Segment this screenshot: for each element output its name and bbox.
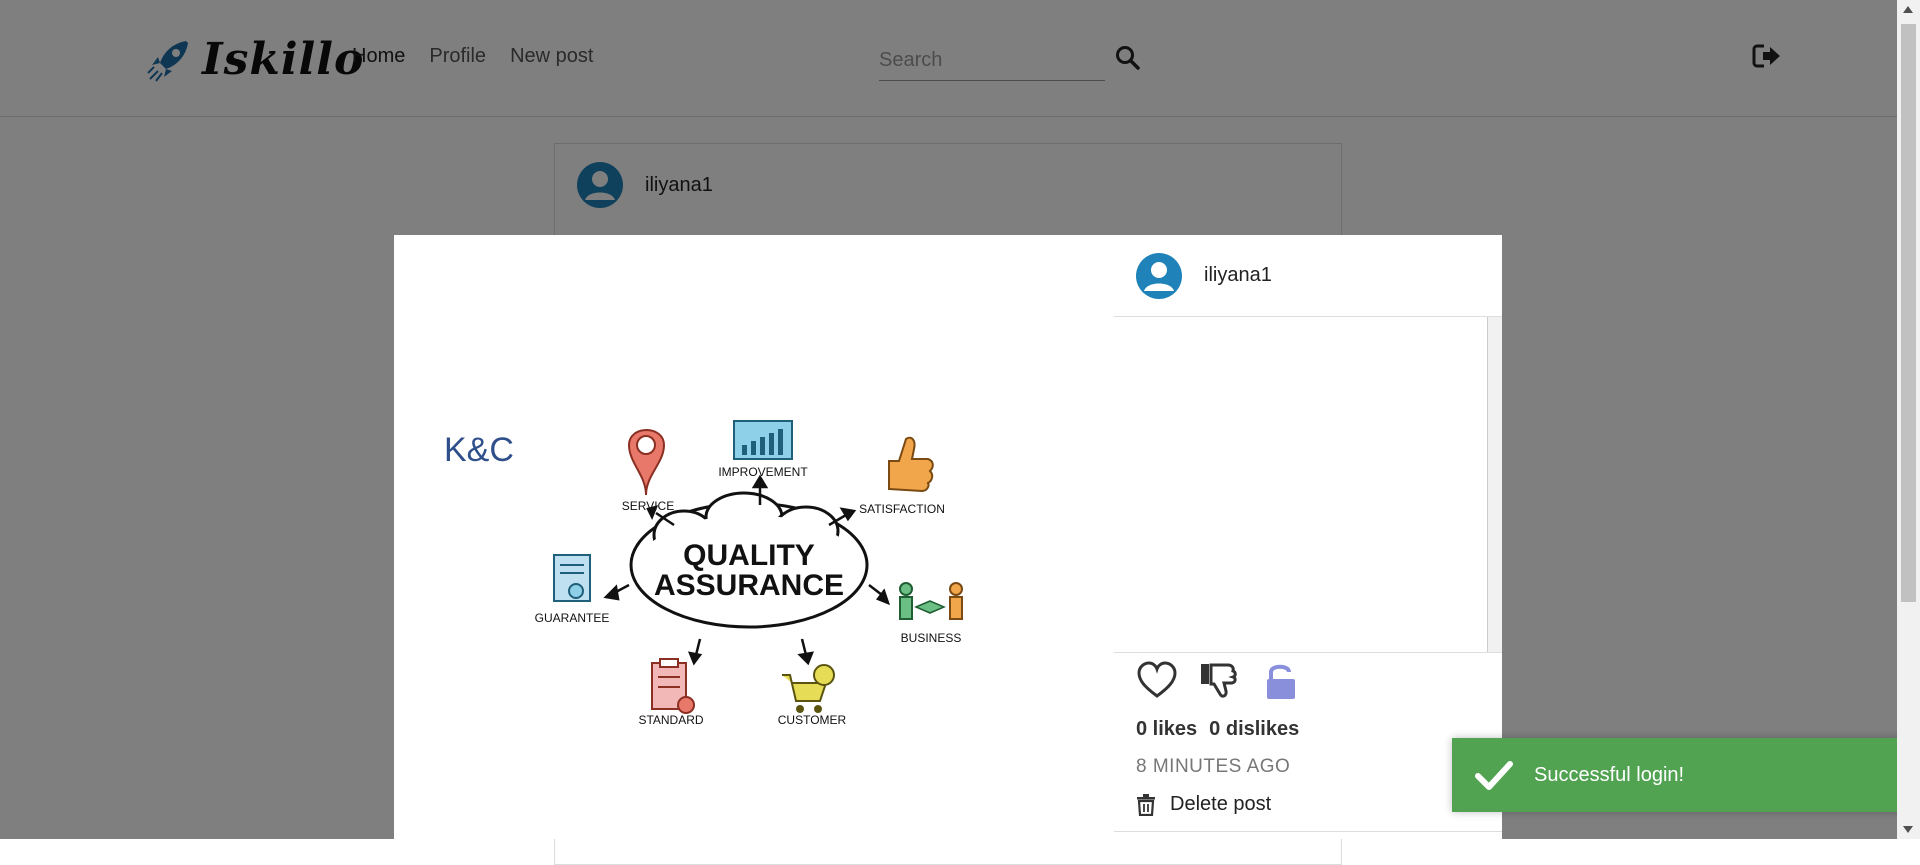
thumbs-down-icon[interactable] xyxy=(1198,660,1240,702)
image-label-improvement: IMPROVEMENT xyxy=(718,465,808,479)
user-avatar-icon[interactable] xyxy=(1136,252,1182,299)
image-label-standard: STANDARD xyxy=(638,713,703,727)
image-brand-mark: K&C xyxy=(444,431,514,469)
divider xyxy=(1114,831,1502,832)
post-details-panel: iliyana1 0 likes 0 dislikes 8 MINUTES AG… xyxy=(1114,235,1502,839)
post-image: K&C QUALITY ASSURANCE SERVICE IMPROVEMEN… xyxy=(394,235,1114,839)
image-center-line2: ASSURANCE xyxy=(654,569,844,602)
scroll-down-arrow-icon[interactable] xyxy=(1903,826,1913,833)
likes-count: 0 likes xyxy=(1136,718,1198,740)
image-label-business: BUSINESS xyxy=(901,631,962,645)
image-label-satisfaction: SATISFACTION xyxy=(859,502,945,516)
image-label-service: SERVICE xyxy=(622,499,674,513)
post-author-username[interactable]: iliyana1 xyxy=(1204,264,1272,287)
delete-post-button[interactable]: Delete post xyxy=(1136,793,1271,816)
comments-scrollbar[interactable] xyxy=(1487,317,1502,652)
unlock-icon[interactable] xyxy=(1260,660,1302,702)
delete-post-label: Delete post xyxy=(1170,793,1272,815)
scrollbar-thumb[interactable] xyxy=(1901,24,1916,602)
check-icon xyxy=(1475,761,1513,790)
dislikes-count: 0 dislikes xyxy=(1209,718,1300,740)
post-actions xyxy=(1136,660,1302,702)
window-scrollbar[interactable] xyxy=(1897,0,1920,839)
toast-message: Successful login! xyxy=(1534,763,1685,786)
post-time-ago: 8 MINUTES AGO xyxy=(1136,756,1291,777)
post-modal: K&C QUALITY ASSURANCE SERVICE IMPROVEMEN… xyxy=(394,235,1502,839)
image-center-line1: QUALITY xyxy=(683,539,815,572)
post-details-header: iliyana1 xyxy=(1114,235,1502,317)
comments-area xyxy=(1114,317,1502,653)
reaction-counts: 0 likes 0 dislikes xyxy=(1136,718,1299,741)
success-toast[interactable]: Successful login! xyxy=(1452,738,1902,812)
image-label-guarantee: GUARANTEE xyxy=(535,611,610,625)
scroll-up-arrow-icon[interactable] xyxy=(1903,6,1913,13)
image-label-customer: CUSTOMER xyxy=(778,713,847,727)
heart-icon[interactable] xyxy=(1136,660,1178,702)
trash-icon xyxy=(1137,793,1155,816)
